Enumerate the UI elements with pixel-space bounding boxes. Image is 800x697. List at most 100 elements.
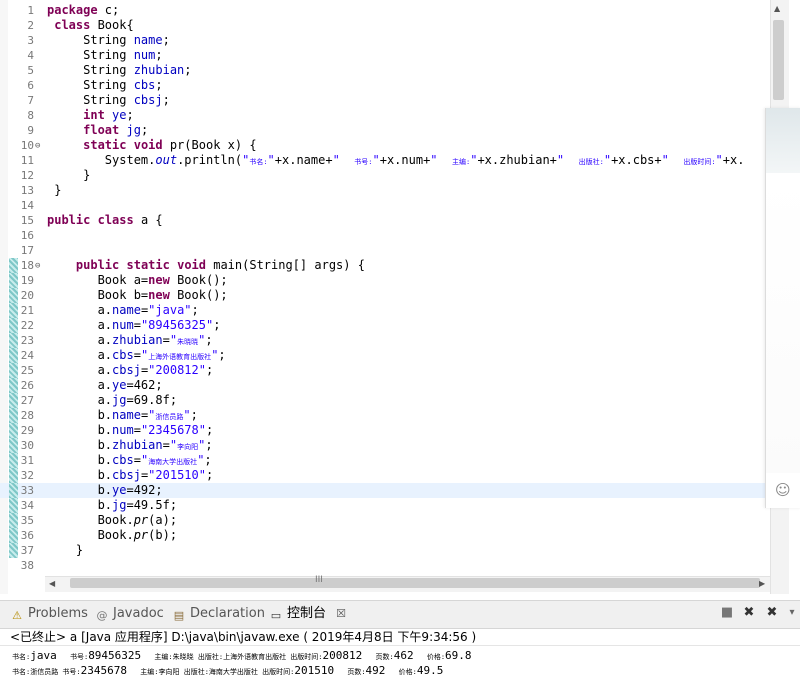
tab-problems[interactable]: ⚠ Problems [10, 605, 88, 623]
code-token: ; [126, 108, 134, 122]
code-token: num [112, 318, 134, 332]
code-line[interactable]: 36 Book.pr(b); [0, 528, 770, 543]
code-line[interactable]: 12 } [0, 168, 770, 183]
remove-launch-icon[interactable]: ✖ [741, 605, 757, 621]
code-text: a.num="89456325"; [47, 318, 221, 333]
code-line[interactable]: 4 String num; [0, 48, 770, 63]
code-text: } [47, 183, 61, 198]
console-token: 书名: [12, 653, 31, 661]
console-output[interactable]: 书名:java 书号:89456325 主编:朱晓晓 出版社:上海外语教育出版社… [0, 645, 800, 697]
code-token: String [47, 48, 134, 62]
code-line[interactable]: 7 String cbsj; [0, 93, 770, 108]
code-line[interactable]: 11 System.out.println("书名:"+x.name+" 书号:… [0, 153, 770, 168]
tab-console[interactable]: ▭ 控制台 ☒ [269, 605, 346, 623]
code-line[interactable]: 32 b.cbsj="201510"; [0, 468, 770, 483]
code-token: " [430, 153, 452, 167]
code-line[interactable]: 10 ⊖ static void pr(Book x) { [0, 138, 770, 153]
code-line[interactable]: 31 b.cbs="海南大学出版社"; [0, 453, 770, 468]
remove-all-icon[interactable]: ✖ [764, 605, 780, 621]
code-token: 李向阳 [177, 443, 199, 451]
code-text: b.ye=492; [47, 483, 163, 498]
code-line[interactable]: 17 [0, 243, 770, 258]
code-token: " [332, 153, 355, 167]
code-token: b. [47, 498, 113, 512]
console-token: 89456325 [88, 649, 155, 662]
code-line[interactable]: 18 ⊖ public static void main(String[] arg… [0, 258, 770, 273]
side-panel [765, 108, 800, 508]
code-line[interactable]: 24 a.cbs="上海外语教育出版社"; [0, 348, 770, 363]
line-number: 3 [27, 34, 34, 47]
tab-declaration[interactable]: ▤ Declaration [172, 605, 265, 623]
code-line[interactable]: 22 a.num="89456325"; [0, 318, 770, 333]
code-token: +x. [722, 153, 745, 167]
code-line[interactable]: 35 Book.pr(a); [0, 513, 770, 528]
code-line[interactable]: 1 package c; [0, 3, 770, 18]
scroll-up-icon[interactable]: ▲ [774, 4, 780, 13]
terminate-icon[interactable]: ■ [719, 605, 735, 621]
line-number: 2 [27, 19, 34, 32]
code-line[interactable]: 3 String name; [0, 33, 770, 48]
code-token: ; [205, 468, 214, 482]
code-editor[interactable]: 1 package c; 2 class Book{3 String name; 4 … [0, 0, 788, 594]
line-number: 14 [20, 199, 34, 212]
code-lines[interactable]: 1 package c; 2 class Book{3 String name; 4 … [0, 3, 770, 573]
code-token: 朱晓晓 [177, 338, 199, 346]
line-number: 30 [20, 439, 34, 452]
code-line[interactable]: 29 b.num="2345678"; [0, 423, 770, 438]
scroll-right-icon[interactable]: ▶ [759, 579, 765, 588]
horizontal-scroll-thumb[interactable]: III [70, 575, 760, 588]
code-line[interactable]: 2 class Book{ [0, 18, 770, 33]
code-line[interactable]: 15 public class a { [0, 213, 770, 228]
code-line[interactable]: 6 String cbs; [0, 78, 770, 93]
code-token: b. [47, 408, 113, 422]
scroll-left-icon[interactable]: ◀ [49, 579, 55, 588]
more-icon[interactable]: ▾ [784, 605, 800, 621]
code-token: ye [112, 483, 127, 497]
code-line[interactable]: 38 [0, 558, 770, 573]
code-token: " [715, 153, 723, 167]
code-text: b.jg=49.5f; [47, 498, 178, 513]
code-line[interactable]: 25 a.cbsj="200812"; [0, 363, 770, 378]
code-token: ; [191, 303, 199, 317]
code-line[interactable]: 20 Book b=new Book(); [0, 288, 770, 303]
code-token: String [47, 93, 134, 107]
line-number: 27 [20, 394, 34, 407]
fold-toggle-icon[interactable]: ⊖ [35, 139, 40, 154]
code-line[interactable]: 33 b.ye=492; [0, 483, 770, 498]
close-icon[interactable]: ☒ [336, 607, 346, 620]
tab-javadoc[interactable]: @ Javadoc [95, 605, 164, 623]
code-text: float jg; [47, 123, 148, 138]
code-line[interactable]: 14 [0, 198, 770, 213]
code-line[interactable]: 23 a.zhubian="朱晓晓"; [0, 333, 770, 348]
code-line[interactable]: 9 float jg; [0, 123, 770, 138]
console-token: 462 [393, 649, 427, 662]
code-token: 主编: [451, 158, 471, 166]
line-number: 36 [20, 529, 34, 542]
code-line[interactable]: 30 b.zhubian="李向阳"; [0, 438, 770, 453]
code-line[interactable]: 8 int ye; [0, 108, 770, 123]
code-token: a. [47, 348, 113, 362]
smiley-icon[interactable]: ☺ [775, 482, 791, 498]
console-token: java [30, 649, 70, 662]
code-token: ; [205, 438, 213, 452]
code-text: a.ye=462; [47, 378, 163, 393]
code-token: 书号: [354, 158, 373, 166]
code-line[interactable]: 19 Book a=new Book(); [0, 273, 770, 288]
fold-toggle-icon[interactable]: ⊖ [35, 259, 40, 274]
code-text: a.jg=69.8f; [47, 393, 178, 408]
code-line[interactable]: 26 a.ye=462; [0, 378, 770, 393]
code-token: +x.cbs+ [611, 153, 662, 167]
vertical-scroll-thumb[interactable] [773, 20, 784, 100]
code-line[interactable]: 28 b.name="浙信员路"; [0, 408, 770, 423]
code-line[interactable]: 5 String zhubian; [0, 63, 770, 78]
code-line[interactable]: 16 [0, 228, 770, 243]
line-number: 18 [20, 259, 34, 272]
console-token: 价格: [426, 653, 446, 661]
code-line[interactable]: 21 a.name="java"; [0, 303, 770, 318]
code-line[interactable]: 27 a.jg=69.8f; [0, 393, 770, 408]
code-line[interactable]: 13 } [0, 183, 770, 198]
code-line[interactable]: 34 b.jg=49.5f; [0, 498, 770, 513]
code-line[interactable]: 37 } [0, 543, 770, 558]
